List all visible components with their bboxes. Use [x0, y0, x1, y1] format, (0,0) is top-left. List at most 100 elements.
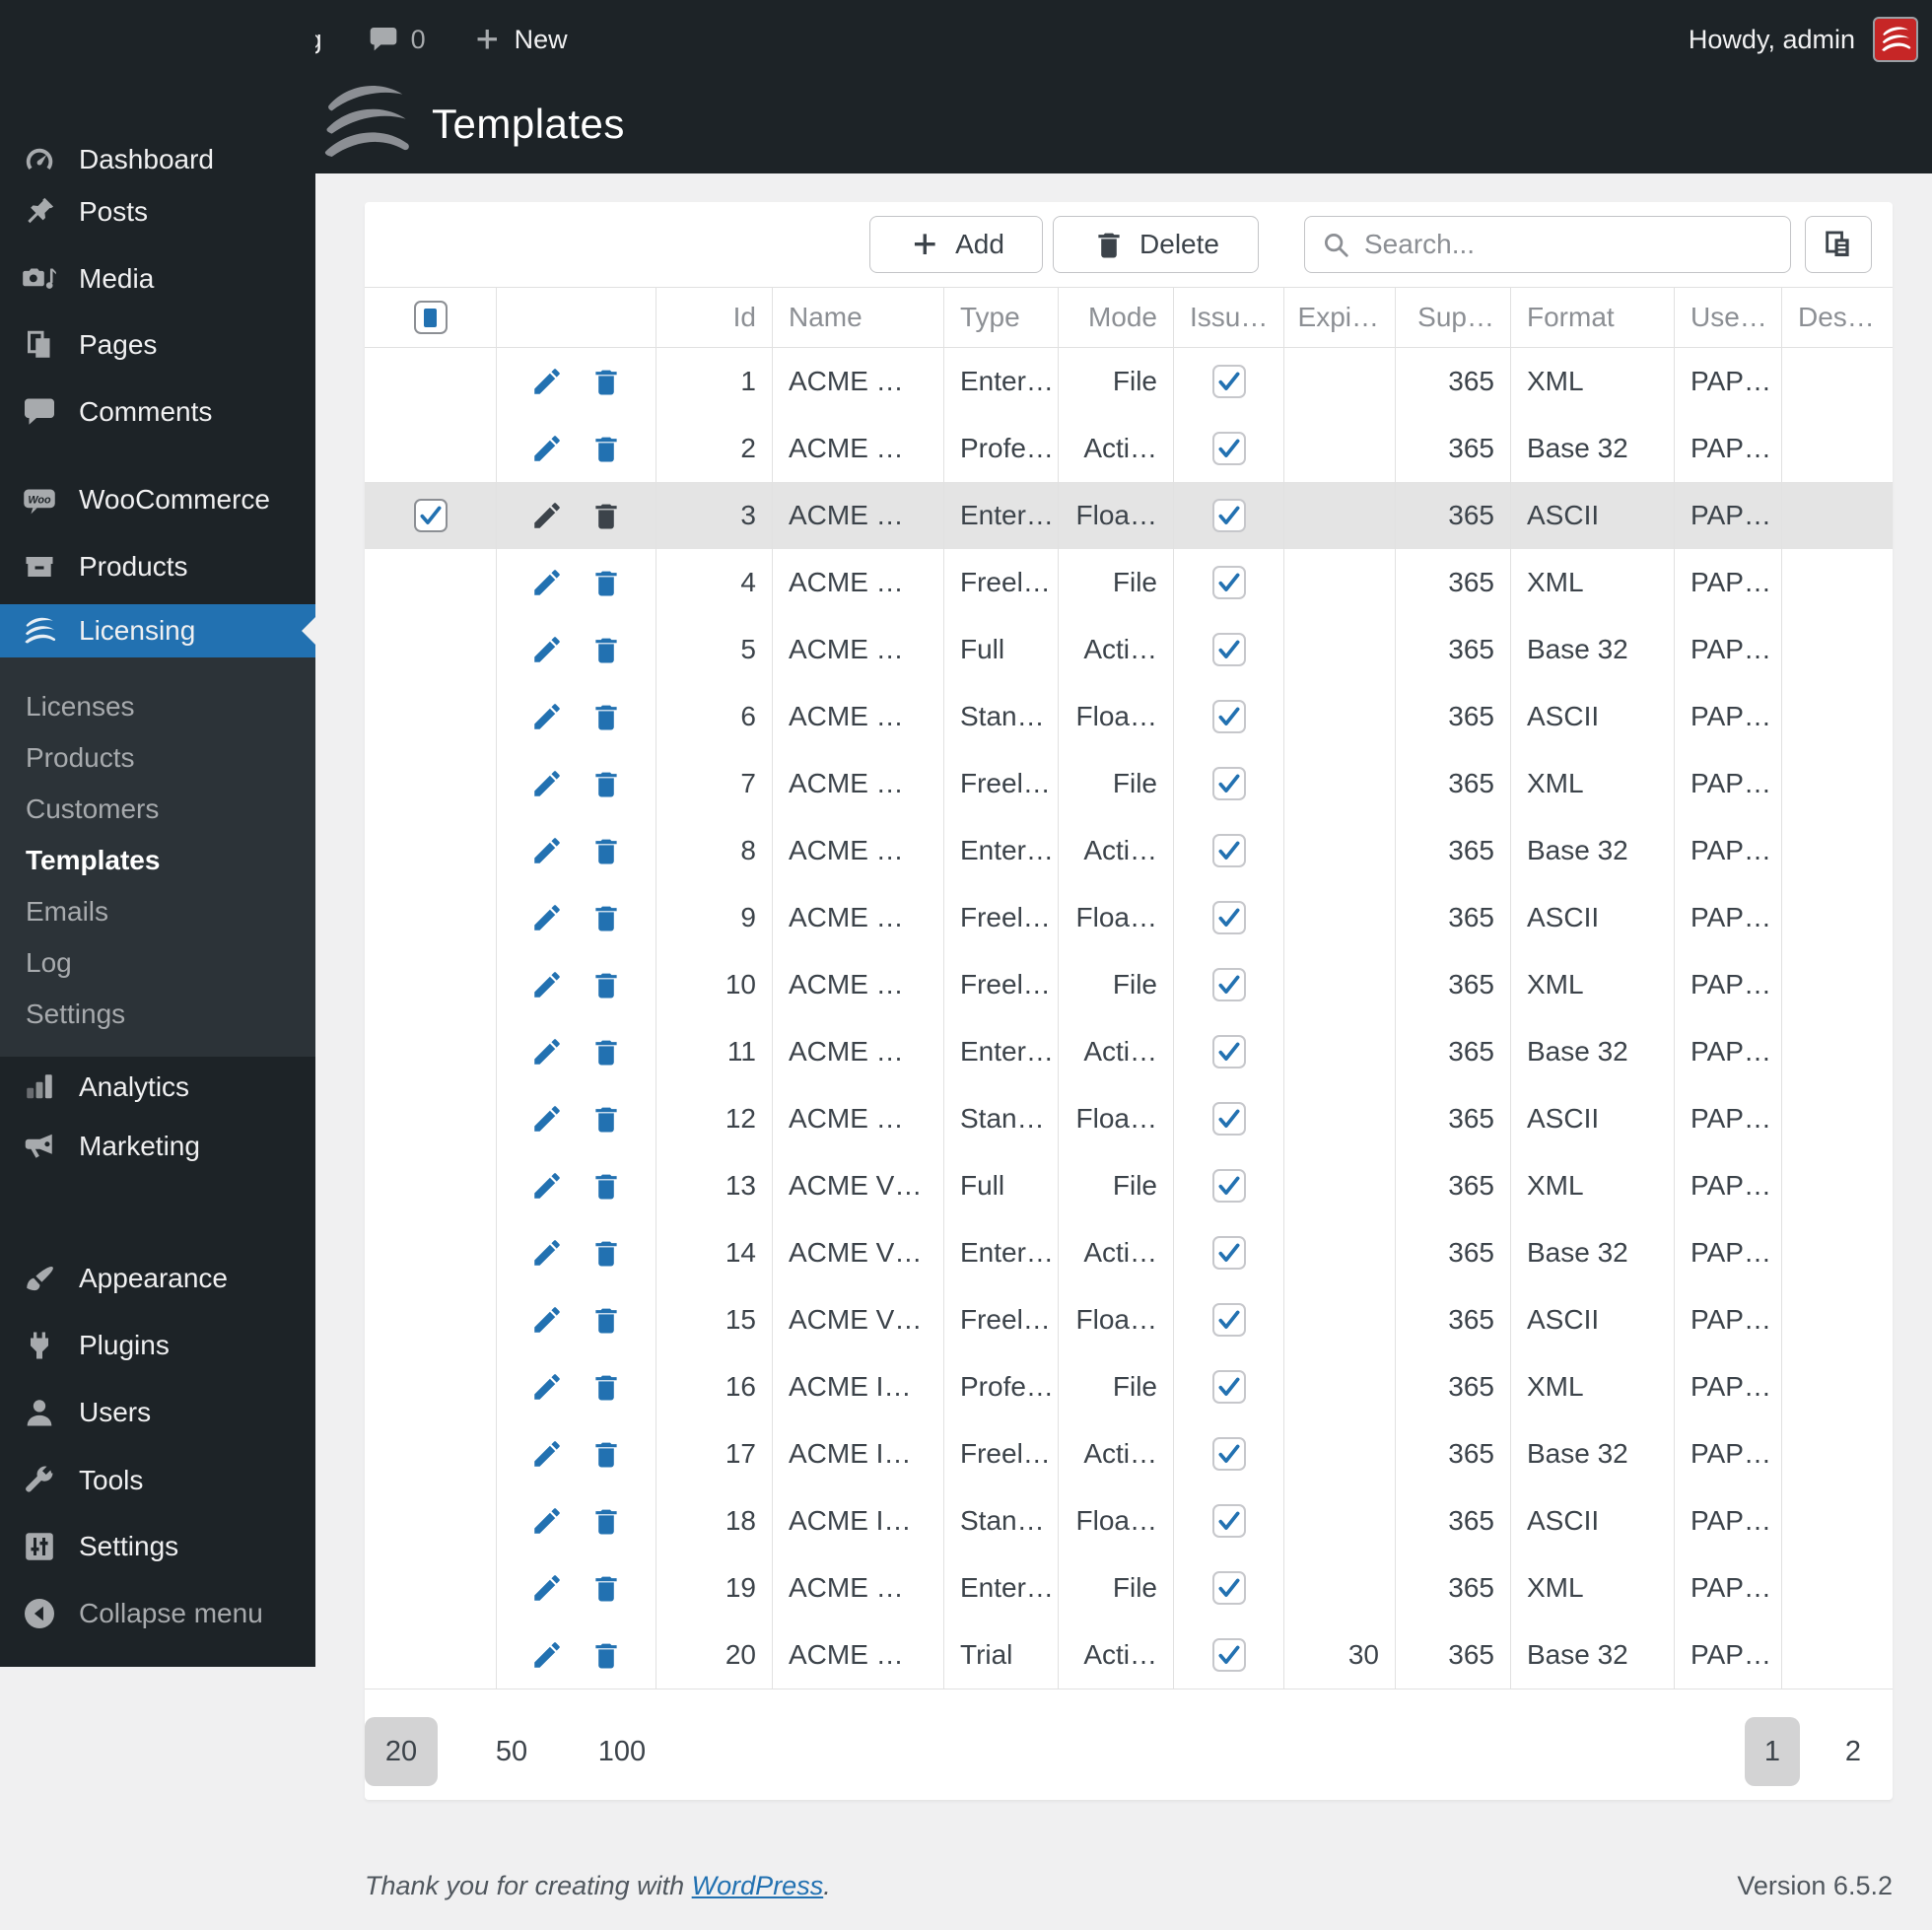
issued-checkbox	[1211, 1303, 1246, 1337]
edit-icon[interactable]	[530, 1571, 564, 1605]
edit-icon[interactable]	[530, 432, 564, 465]
trash-icon[interactable]	[589, 432, 623, 465]
avatar[interactable]	[1873, 17, 1918, 62]
edit-icon[interactable]	[530, 901, 564, 934]
page-number-1[interactable]: 1	[1745, 1717, 1800, 1786]
edit-icon[interactable]	[530, 1169, 564, 1203]
sidebar-item-comments[interactable]: Comments	[0, 385, 315, 439]
submenu-item-products[interactable]: Products	[0, 732, 315, 784]
trash-icon[interactable]	[589, 1571, 623, 1605]
col-header-description[interactable]: Des…	[1782, 288, 1893, 347]
col-header-mode[interactable]: Mode	[1059, 288, 1174, 347]
col-header-expiration[interactable]: Expi…	[1284, 288, 1396, 347]
trash-icon[interactable]	[589, 499, 623, 532]
trash-icon[interactable]	[589, 968, 623, 1001]
sidebar-item-marketing[interactable]: Marketing	[0, 1120, 315, 1173]
col-header-support[interactable]: Sup…	[1396, 288, 1511, 347]
cell-format: Base 32	[1511, 1018, 1675, 1085]
admin-bar-new[interactable]: New	[471, 24, 568, 55]
issued-cell	[1174, 1554, 1284, 1621]
page-number-2[interactable]: 2	[1826, 1717, 1881, 1786]
page-size-50[interactable]: 50	[475, 1717, 548, 1786]
edit-icon[interactable]	[530, 700, 564, 733]
wordpress-link[interactable]: WordPress	[692, 1871, 824, 1900]
edit-icon[interactable]	[530, 1035, 564, 1068]
trash-icon[interactable]	[589, 1504, 623, 1538]
edit-icon[interactable]	[530, 1370, 564, 1404]
cell-type: Freel…	[944, 951, 1059, 1018]
trash-icon[interactable]	[589, 700, 623, 733]
trash-icon[interactable]	[589, 1303, 623, 1337]
sidebar-item-licensing[interactable]: Licensing	[0, 604, 315, 657]
edit-icon[interactable]	[530, 365, 564, 398]
search-input[interactable]	[1362, 228, 1774, 261]
trash-icon[interactable]	[589, 1102, 623, 1136]
trash-icon[interactable]	[589, 767, 623, 800]
sidebar-item-settings[interactable]: Settings	[0, 1520, 315, 1573]
page-size-20[interactable]: 20	[365, 1717, 438, 1786]
edit-icon[interactable]	[530, 834, 564, 867]
issued-checkbox	[1211, 700, 1246, 733]
trash-icon[interactable]	[589, 1370, 623, 1404]
col-header-type[interactable]: Type	[944, 288, 1059, 347]
add-button[interactable]: Add	[869, 216, 1043, 273]
edit-icon[interactable]	[530, 1638, 564, 1672]
trash-icon[interactable]	[589, 834, 623, 867]
delete-button[interactable]: Delete	[1053, 216, 1259, 273]
sidebar-item-users[interactable]: Users	[0, 1386, 315, 1439]
duplicate-button[interactable]	[1805, 216, 1872, 273]
admin-bar-comments[interactable]: 0	[368, 24, 426, 55]
trash-icon[interactable]	[589, 633, 623, 666]
page-size-100[interactable]: 100	[586, 1717, 658, 1786]
submenu-item-settings[interactable]: Settings	[0, 989, 315, 1040]
trash-icon[interactable]	[589, 1638, 623, 1672]
row-select-cell	[365, 616, 497, 683]
trash-icon[interactable]	[589, 1236, 623, 1270]
sidebar-item-pages[interactable]: Pages	[0, 318, 315, 372]
trash-icon[interactable]	[589, 1035, 623, 1068]
edit-icon[interactable]	[530, 767, 564, 800]
edit-icon[interactable]	[530, 499, 564, 532]
trash-icon[interactable]	[589, 1437, 623, 1471]
sidebar-item-media[interactable]: Media	[0, 252, 315, 306]
col-header-id[interactable]: Id	[656, 288, 773, 347]
submenu-item-templates[interactable]: Templates	[0, 835, 315, 886]
edit-icon[interactable]	[530, 968, 564, 1001]
submenu-item-log[interactable]: Log	[0, 937, 315, 989]
sidebar-item-woocommerce[interactable]: Woo WooCommerce	[0, 473, 315, 526]
sidebar-item-collapse-menu[interactable]: Collapse menu	[0, 1587, 315, 1640]
marketing-icon	[20, 1129, 59, 1164]
edit-icon[interactable]	[530, 633, 564, 666]
trash-icon[interactable]	[589, 566, 623, 599]
col-header-user_data[interactable]: Use…	[1675, 288, 1782, 347]
submenu-item-customers[interactable]: Customers	[0, 784, 315, 835]
submenu-item-licenses[interactable]: Licenses	[0, 681, 315, 732]
row-checkbox-checked[interactable]	[413, 499, 448, 532]
howdy-text[interactable]: Howdy, admin	[1689, 25, 1855, 55]
col-header-issued[interactable]: Issu…	[1174, 288, 1284, 347]
col-header-name[interactable]: Name	[773, 288, 944, 347]
sidebar-item-products[interactable]: Products	[0, 540, 315, 593]
cell-user_data: PAP…	[1675, 951, 1782, 1018]
trash-icon[interactable]	[589, 901, 623, 934]
sidebar-item-plugins[interactable]: Plugins	[0, 1319, 315, 1372]
edit-icon[interactable]	[530, 1504, 564, 1538]
sidebar-item-analytics[interactable]: Analytics	[0, 1061, 315, 1114]
sidebar-item-tools[interactable]: Tools	[0, 1454, 315, 1507]
submenu-item-emails[interactable]: Emails	[0, 886, 315, 937]
sidebar-item-dashboard[interactable]: Dashboard	[0, 133, 315, 186]
cell-expiration	[1284, 348, 1396, 415]
trash-icon[interactable]	[589, 1169, 623, 1203]
select-all-checkbox[interactable]	[413, 301, 448, 334]
edit-icon[interactable]	[530, 1102, 564, 1136]
edit-icon[interactable]	[530, 1437, 564, 1471]
sidebar-item-posts[interactable]: Posts	[0, 185, 315, 239]
cell-description	[1782, 884, 1893, 951]
edit-icon[interactable]	[530, 1236, 564, 1270]
col-header-format[interactable]: Format	[1511, 288, 1675, 347]
edit-icon[interactable]	[530, 1303, 564, 1337]
edit-icon[interactable]	[530, 566, 564, 599]
trash-icon[interactable]	[589, 365, 623, 398]
col-header-actions[interactable]	[497, 288, 656, 347]
sidebar-item-appearance[interactable]: Appearance	[0, 1252, 315, 1305]
